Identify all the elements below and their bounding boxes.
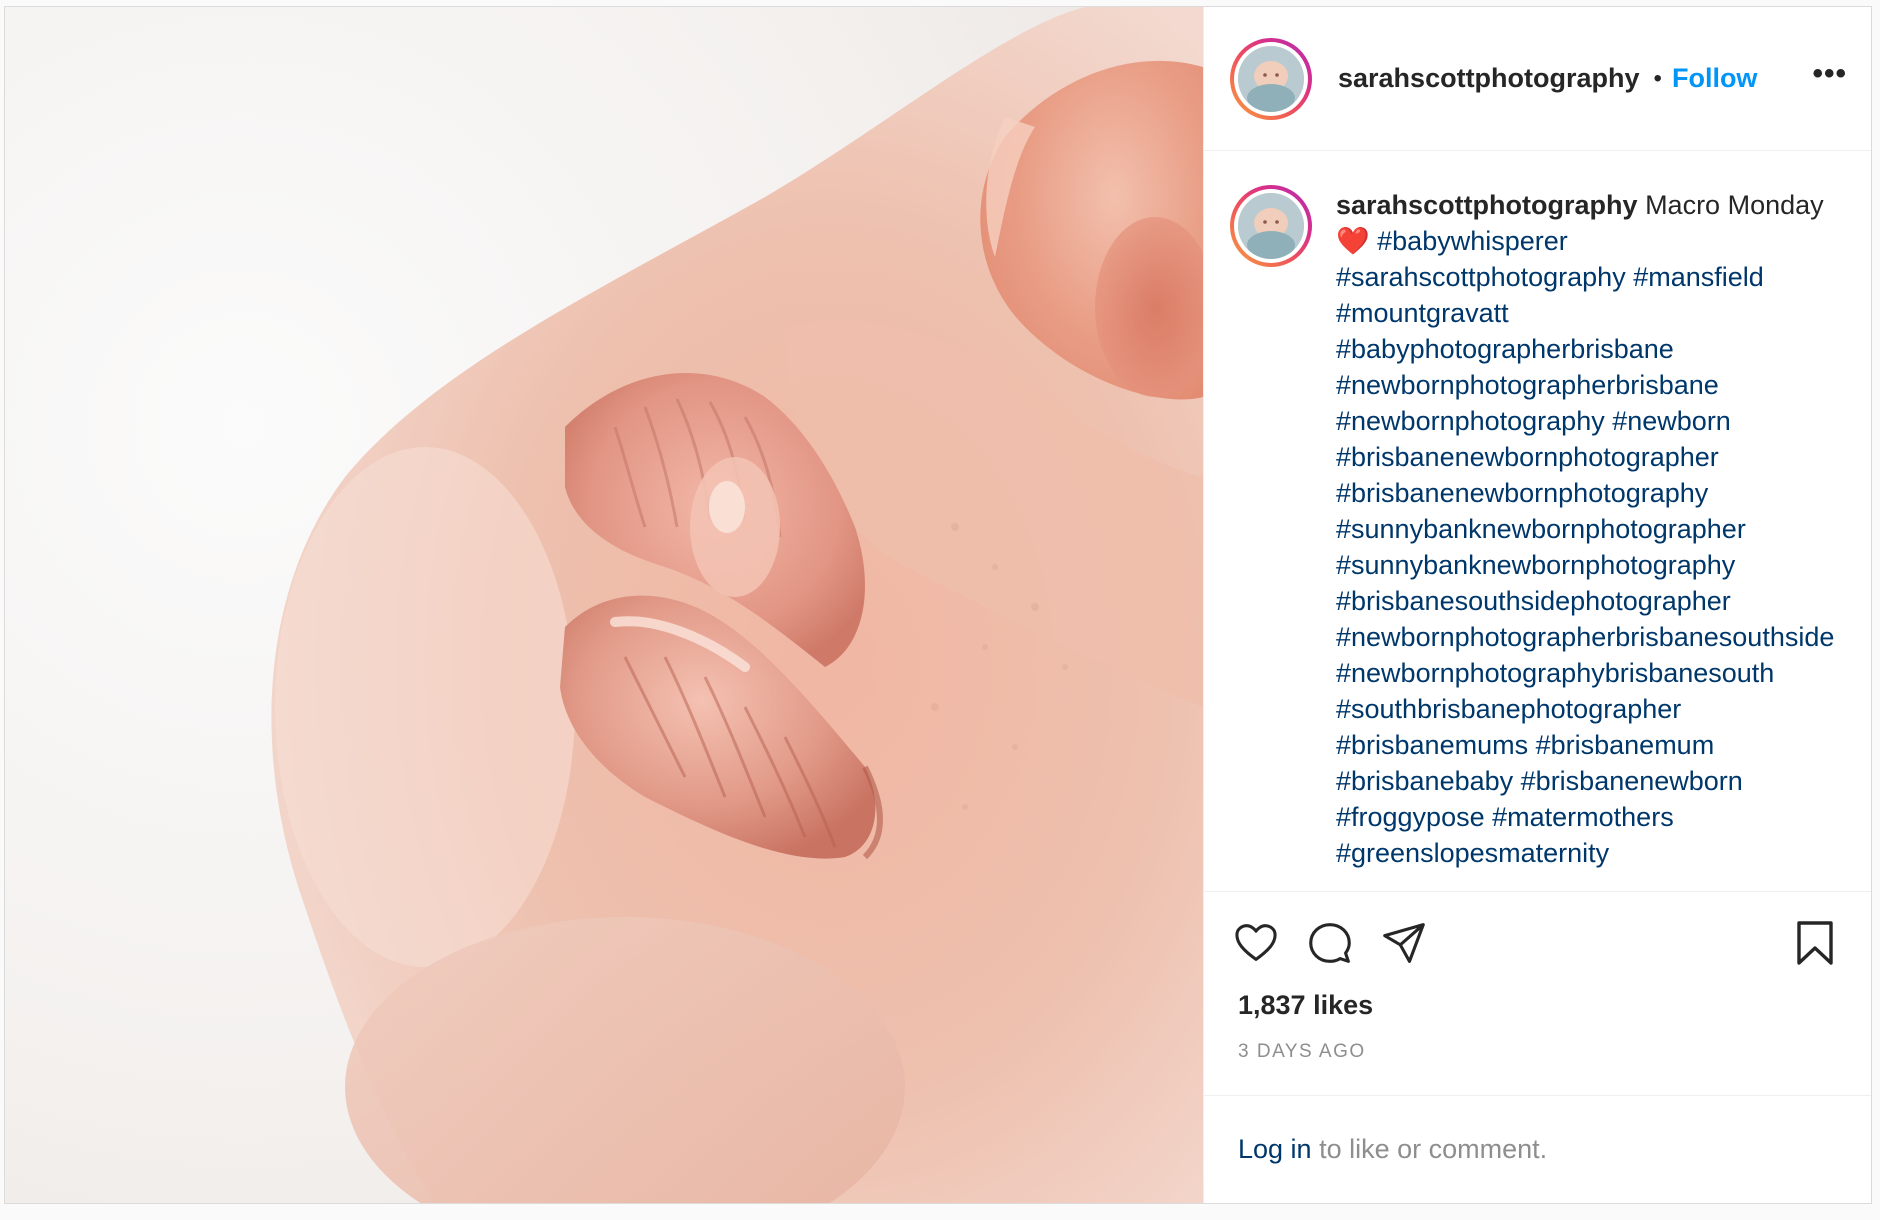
hashtag-link[interactable]: #brisbanemums [1336, 730, 1528, 760]
hashtag-link[interactable]: #newbornphotographerbrisbane [1336, 370, 1719, 400]
avatar-frame [1234, 189, 1308, 263]
caption-text: sarahscottphotography Macro Monday ❤️ #b… [1336, 187, 1847, 871]
baby-avatar-icon [1238, 45, 1304, 112]
follow-button[interactable]: Follow [1672, 63, 1757, 94]
hashtag-link[interactable]: #froggypose [1336, 802, 1485, 832]
caption-area: sarahscottphotography Macro Monday ❤️ #b… [1204, 151, 1871, 891]
hashtag-link[interactable]: #newbornphotographerbrisbanesouthside [1336, 622, 1834, 652]
post-timestamp[interactable]: 3 DAYS AGO [1204, 1021, 1871, 1081]
hashtag-link[interactable]: #newbornphotography [1336, 406, 1605, 436]
bookmark-icon[interactable] [1795, 920, 1835, 971]
caption-row: sarahscottphotography Macro Monday ❤️ #b… [1230, 185, 1847, 871]
action-bar [1204, 892, 1871, 974]
hashtag-link[interactable]: #brisbanemum [1536, 730, 1715, 760]
post-photo[interactable] [5, 7, 1203, 1203]
avatar [1238, 193, 1304, 259]
hashtag-link[interactable]: #newbornphotographybrisbanesouth [1336, 658, 1774, 688]
caption-avatar-ring[interactable] [1230, 185, 1312, 267]
baby-avatar-icon [1238, 193, 1304, 259]
hashtag-link[interactable]: #mountgravatt [1336, 298, 1509, 328]
hashtag-link[interactable]: #sunnybanknewbornphotographer [1336, 514, 1746, 544]
post-footer: 1,837 likes 3 DAYS AGO Log in to like or… [1204, 891, 1871, 1203]
more-options-icon[interactable]: ••• [1812, 57, 1847, 101]
post-sidebar: sarahscottphotography • Follow ••• sarah… [1203, 7, 1871, 1203]
paper-plane-icon[interactable] [1382, 921, 1426, 970]
instagram-post: sarahscottphotography • Follow ••• sarah… [4, 6, 1872, 1204]
caption-body: Macro Monday [1645, 190, 1824, 220]
hashtag-link[interactable]: #babywhisperer [1377, 226, 1568, 256]
profile-avatar-ring[interactable] [1230, 37, 1312, 120]
hashtag-link[interactable]: #brisbanesouthsidephotographer [1336, 586, 1731, 616]
hashtag-link[interactable]: #sarahscottphotography [1336, 262, 1626, 292]
hashtag-list: #babywhisperer #sarahscottphotography #m… [1336, 226, 1834, 868]
login-link[interactable]: Log in [1238, 1134, 1312, 1164]
post-header: sarahscottphotography • Follow ••• [1204, 7, 1871, 151]
likes-count[interactable]: 1,837 likes [1204, 974, 1871, 1021]
caption-fade [1204, 877, 1871, 891]
hashtag-link[interactable]: #newborn [1612, 406, 1731, 436]
hashtag-link[interactable]: #greenslopesmaternity [1336, 838, 1609, 868]
avatar [1238, 45, 1304, 112]
hashtag-link[interactable]: #matermothers [1492, 802, 1674, 832]
login-prompt-text: to like or comment. [1311, 1134, 1548, 1164]
hashtag-link[interactable]: #brisbanebaby [1336, 766, 1513, 796]
hashtag-link[interactable]: #sunnybanknewbornphotography [1336, 550, 1735, 580]
avatar-frame [1234, 41, 1308, 116]
separator-dot: • [1653, 64, 1662, 92]
header-username-link[interactable]: sarahscottphotography [1338, 63, 1640, 94]
newborn-lips-photo [5, 7, 1203, 1203]
hashtag-link[interactable]: #babyphotographerbrisbane [1336, 334, 1674, 364]
hashtag-link[interactable]: #brisbanenewborn [1521, 766, 1743, 796]
red-heart-emoji: ❤️ [1336, 226, 1370, 256]
hashtag-link[interactable]: #brisbanenewbornphotography [1336, 478, 1708, 508]
hashtag-link[interactable]: #mansfield [1633, 262, 1764, 292]
comment-icon[interactable] [1308, 921, 1352, 970]
login-prompt: Log in to like or comment. [1204, 1095, 1871, 1203]
caption-username-link[interactable]: sarahscottphotography [1336, 190, 1638, 220]
hashtag-link[interactable]: #southbrisbanephotographer [1336, 694, 1681, 724]
hashtag-link[interactable]: #brisbanenewbornphotographer [1336, 442, 1719, 472]
heart-icon[interactable] [1234, 923, 1278, 968]
